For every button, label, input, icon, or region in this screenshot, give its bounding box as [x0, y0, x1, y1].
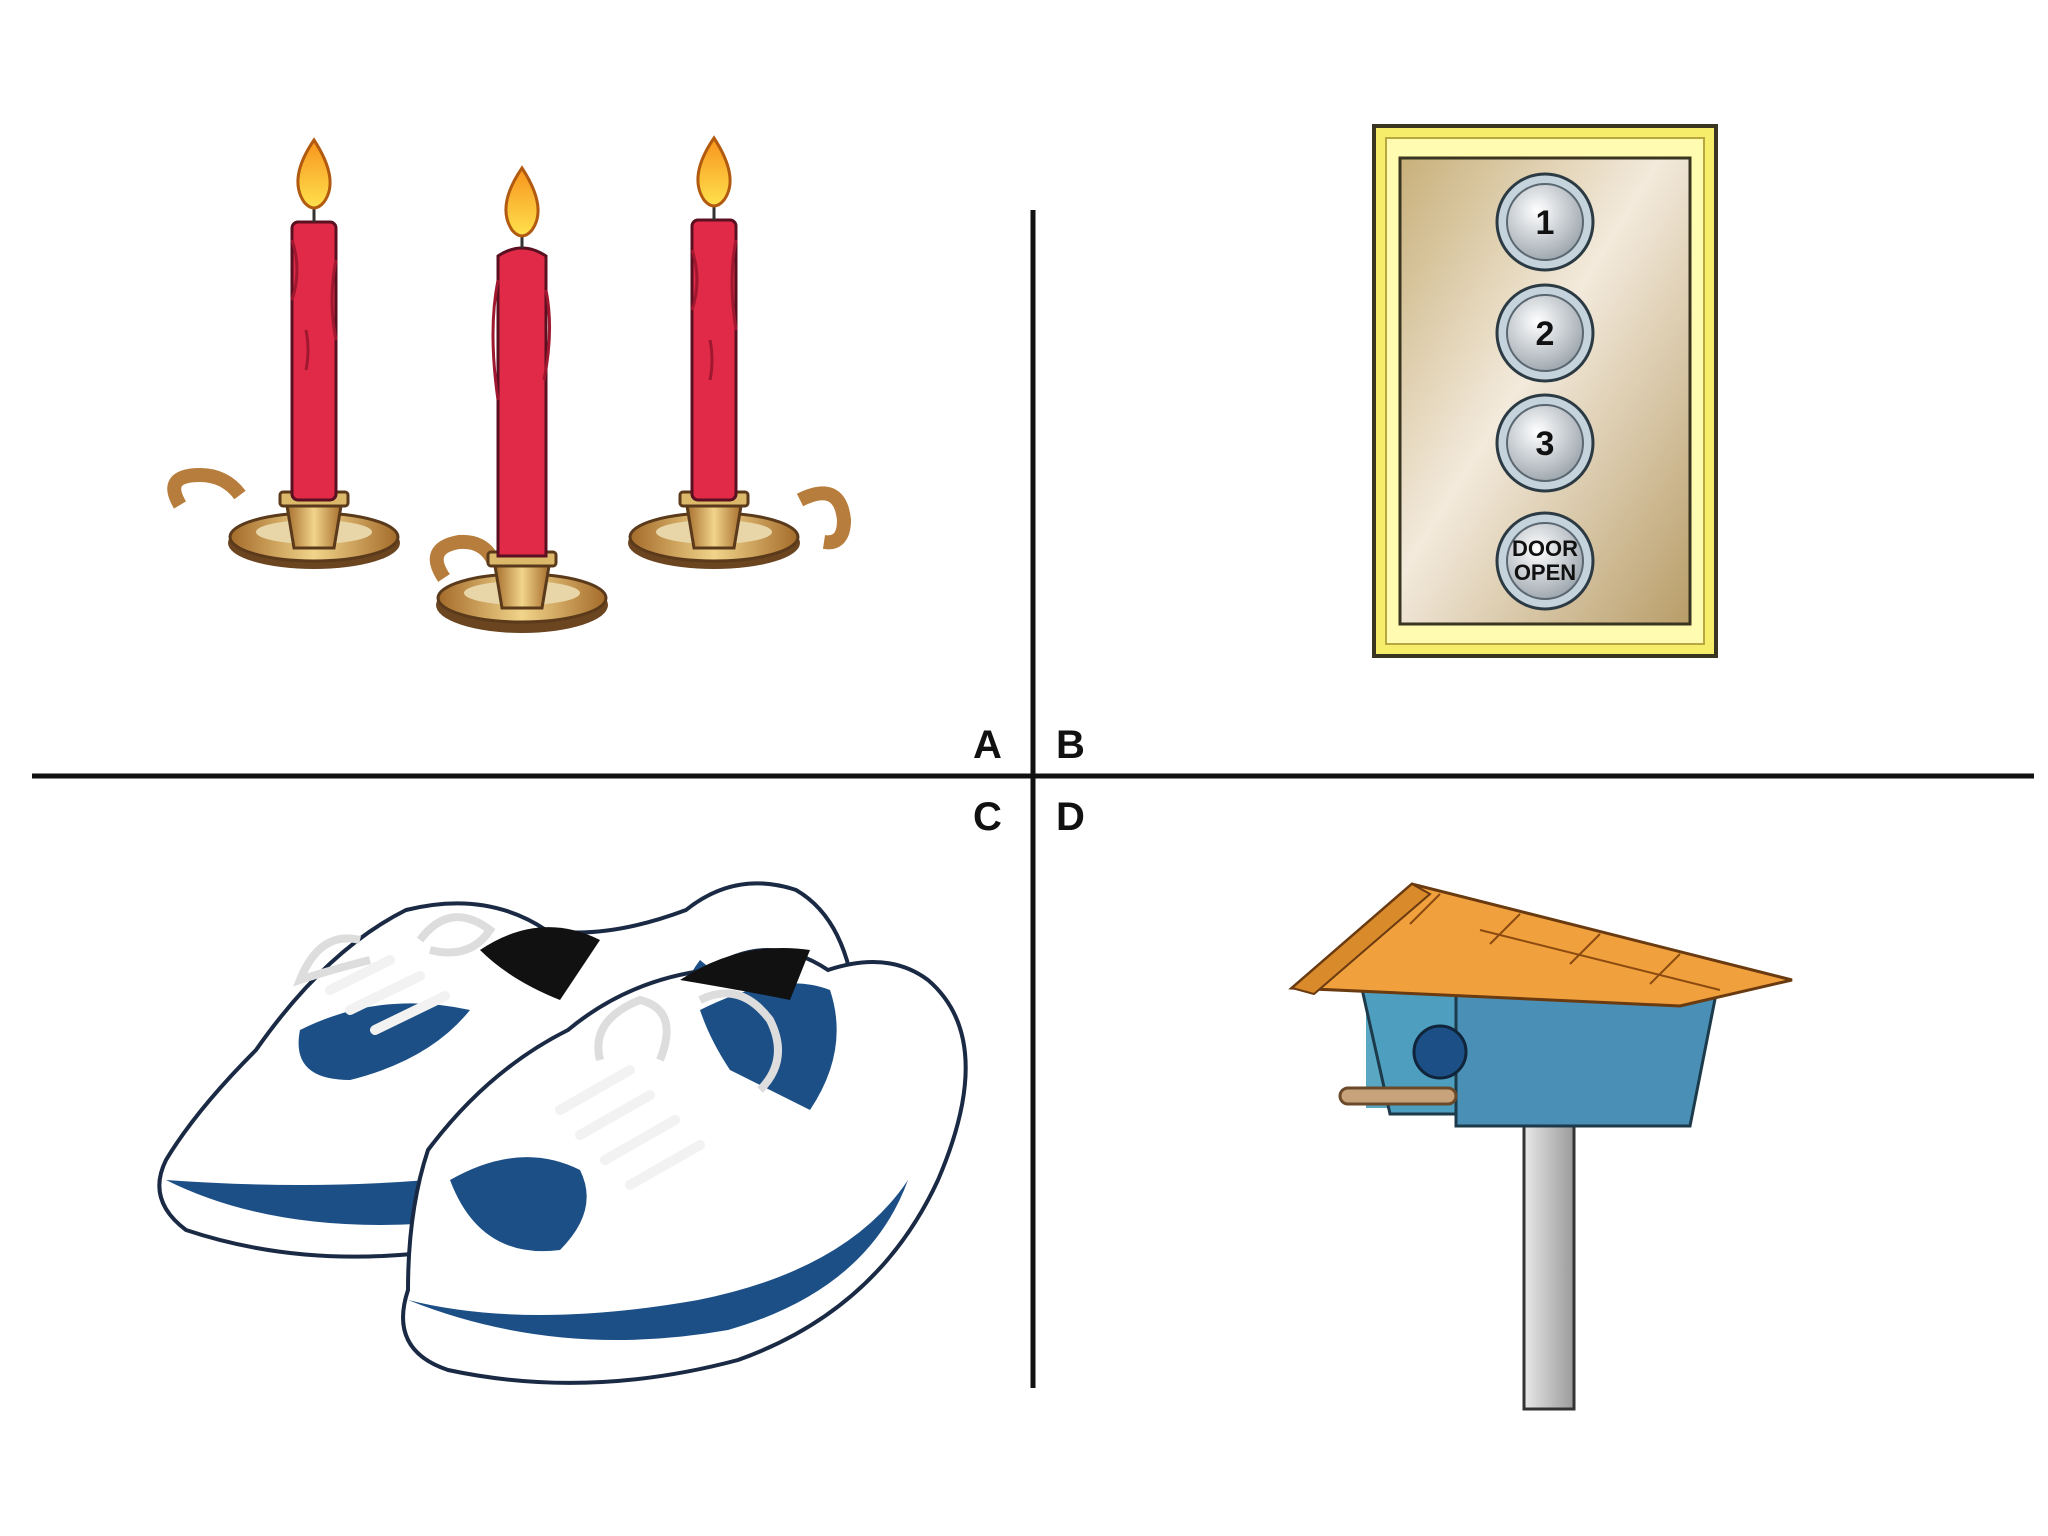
- birdhouse-illustration: [1288, 882, 1793, 1411]
- floor-3-button: 3: [1495, 393, 1595, 493]
- quadrant-worksheet: A B C D 1 2 3 DOOR OPEN: [32, 124, 2034, 1411]
- door-open-label-line2: OPEN: [1514, 560, 1576, 585]
- door-open-label-line1: DOOR: [1512, 536, 1578, 561]
- elevator-panel-illustration: 1 2 3 DOOR OPEN: [1372, 124, 1718, 658]
- quadrant-label-a: A: [973, 723, 1002, 767]
- sneakers-illustration: [157, 881, 968, 1385]
- floor-1-button: 1: [1495, 172, 1595, 272]
- birdhouse-perch: [1338, 1086, 1458, 1106]
- birdhouse-pole: [1522, 1123, 1576, 1411]
- candle-left: [167, 137, 400, 569]
- quadrant-label-d: D: [1056, 795, 1085, 839]
- door-open-button: DOOR OPEN: [1495, 511, 1595, 611]
- quadrant-label-c: C: [973, 795, 1002, 839]
- quadrant-label-b: B: [1056, 723, 1085, 767]
- candle-middle: [429, 165, 608, 633]
- floor-1-label: 1: [1536, 204, 1555, 242]
- birdhouse-entrance: [1412, 1024, 1468, 1080]
- candles-illustration: [167, 135, 852, 633]
- candle-right: [628, 135, 852, 569]
- floor-2-label: 2: [1536, 315, 1555, 353]
- floor-3-label: 3: [1536, 425, 1555, 463]
- floor-2-button: 2: [1495, 283, 1595, 383]
